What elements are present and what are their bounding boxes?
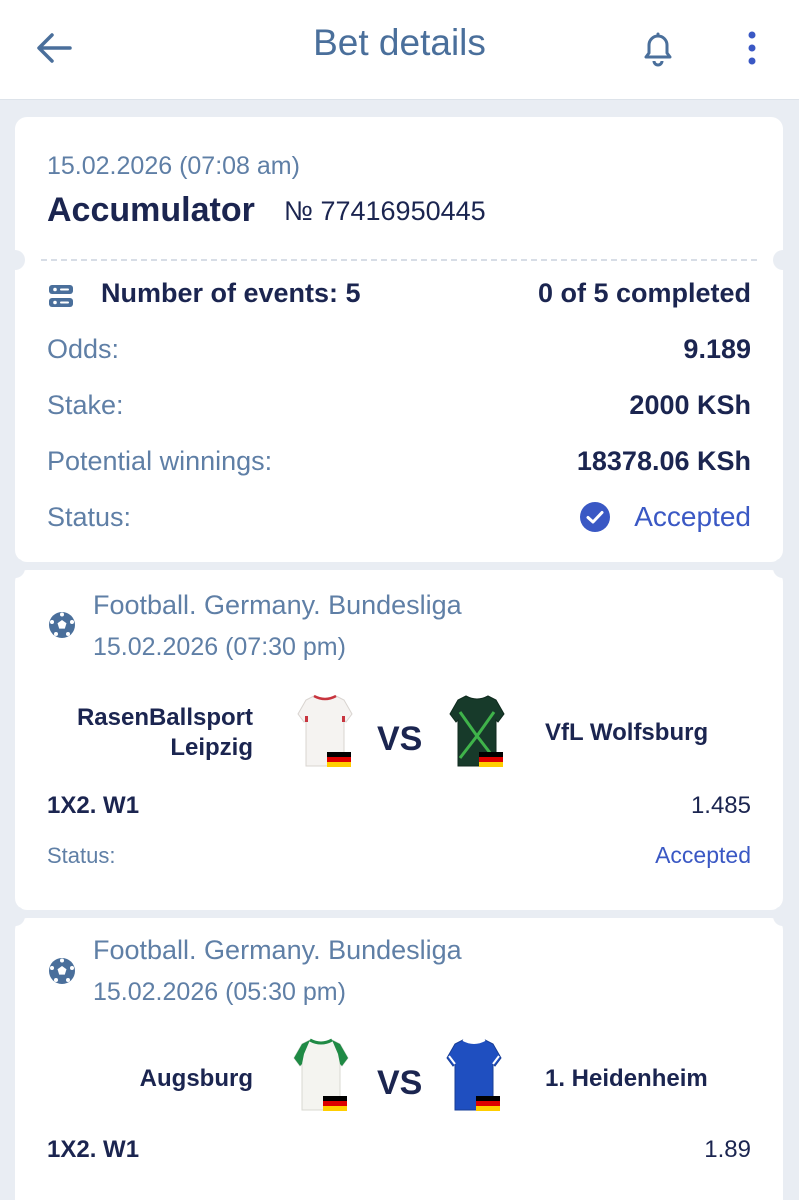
event-odds: 1.485	[690, 792, 751, 819]
event-card[interactable]: Football. Germany. Bundesliga 15.02.2026…	[5, 558, 793, 910]
status-label: Status:	[47, 502, 132, 532]
card-notch	[5, 906, 25, 926]
jersey-icon	[293, 1038, 349, 1111]
home-team-name: Augsburg	[139, 1065, 253, 1092]
card-notch	[773, 906, 793, 926]
away-team-name: VfL Wolfsburg	[545, 719, 709, 746]
bell-icon[interactable]	[636, 26, 680, 70]
stake-value: 2000 KSh	[629, 390, 751, 420]
odds-label: Odds:	[47, 334, 120, 364]
event-status-value: Accepted	[655, 842, 751, 868]
event-status-label: Status:	[47, 843, 116, 868]
bet-type: Accumulator	[47, 191, 255, 229]
match-date: 15.02.2026 (05:30 pm)	[93, 978, 346, 1006]
events-list-icon	[49, 285, 73, 307]
card-notch	[773, 558, 793, 578]
jersey-icon	[449, 695, 505, 767]
market-name: 1X2. W1	[47, 792, 140, 819]
stake-label: Stake:	[47, 390, 124, 420]
bet-number: № 77416950445	[284, 196, 486, 226]
number-of-events: Number of events: 5	[101, 278, 361, 308]
match-date: 15.02.2026 (07:30 pm)	[93, 633, 346, 661]
jersey-icon	[297, 694, 353, 767]
home-team-name: RasenBallsport Leipzig	[76, 704, 253, 761]
check-circle-icon	[580, 502, 610, 532]
market-name: 1X2. W1	[47, 1136, 140, 1163]
event-card[interactable]: Football. Germany. Bundesliga 15.02.2026…	[5, 906, 793, 1200]
card-notch	[5, 558, 25, 578]
potential-winnings-value: 18378.06 KSh	[576, 446, 751, 476]
versus-label: VS	[377, 1064, 423, 1102]
event-odds: 1.89	[704, 1136, 751, 1163]
potential-winnings-label: Potential winnings:	[47, 446, 273, 476]
status-value: Accepted	[634, 501, 751, 532]
bet-summary-card: 15.02.2026 (07:08 am) Accumulator № 7741…	[5, 117, 793, 562]
away-team-name: 1. Heidenheim	[545, 1065, 708, 1092]
card-notch	[773, 250, 793, 270]
jersey-icon	[446, 1039, 502, 1111]
more-vertical-icon[interactable]	[738, 28, 766, 68]
football-icon	[49, 612, 75, 638]
league-name: Football. Germany. Bundesliga	[93, 935, 462, 965]
versus-label: VS	[377, 720, 423, 758]
odds-value: 9.189	[683, 334, 751, 364]
app-header: Bet details	[0, 0, 799, 100]
bet-date: 15.02.2026 (07:08 am)	[47, 152, 300, 180]
football-icon	[49, 958, 75, 984]
league-name: Football. Germany. Bundesliga	[93, 590, 462, 620]
completed-count: 0 of 5 completed	[537, 278, 751, 308]
card-notch	[5, 250, 25, 270]
divider	[41, 259, 757, 261]
